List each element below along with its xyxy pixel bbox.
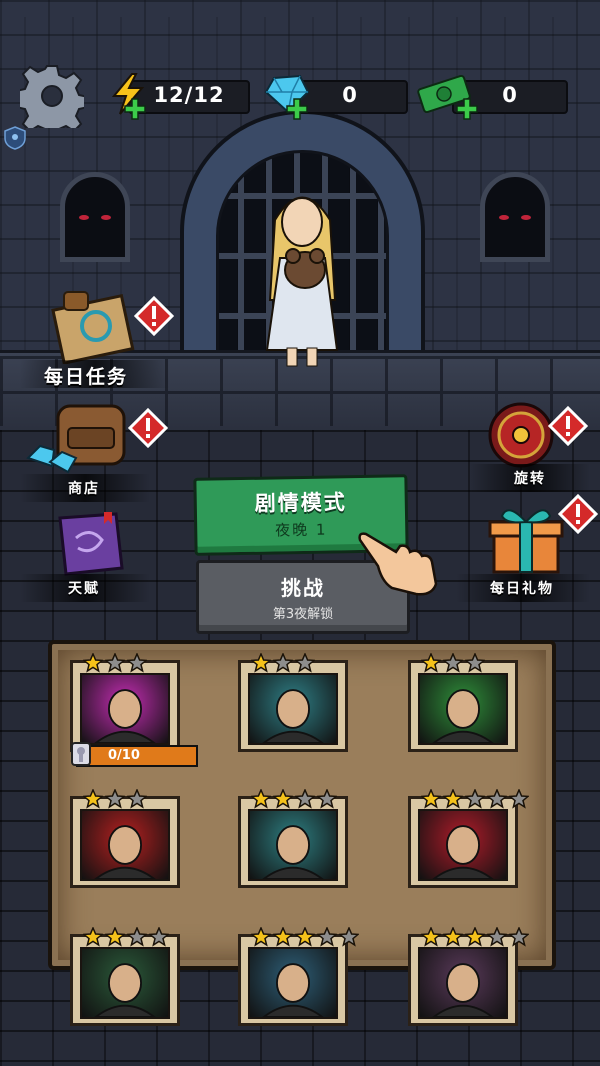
character-portrait [418, 947, 508, 1019]
star-filled-icon [295, 927, 315, 947]
character-portrait [80, 947, 170, 1019]
star-empty-icon [509, 789, 529, 809]
star-empty-icon [317, 789, 337, 809]
star-filled-icon [273, 927, 293, 947]
star-empty-icon [105, 789, 125, 809]
daily-gift-box-icon[interactable] [486, 502, 566, 574]
daily-tasks-alert-icon [134, 296, 174, 336]
spin-alert-icon [548, 406, 588, 446]
right-window [480, 172, 550, 262]
pointing-hand-icon [358, 532, 438, 596]
star-filled-icon [251, 653, 271, 673]
star-empty-icon [339, 927, 359, 947]
star-rating [251, 789, 337, 809]
spin-label[interactable]: 旋转 [514, 468, 546, 488]
character-card-char7[interactable] [70, 927, 180, 1026]
star-filled-icon [83, 789, 103, 809]
star-empty-icon [127, 789, 147, 809]
character-card-char9[interactable] [408, 927, 529, 1026]
character-portrait [248, 947, 338, 1019]
story-mode-title: 剧情模式 [254, 490, 347, 516]
star-rating [421, 927, 529, 947]
add-gems-plus-icon[interactable] [286, 98, 308, 120]
girl-progress-text: 0/10 [108, 748, 140, 763]
star-filled-icon [421, 789, 441, 809]
daily-gift-label[interactable]: 每日礼物 [490, 578, 554, 598]
add-energy-plus-icon[interactable] [124, 98, 146, 120]
character-portrait [248, 673, 338, 745]
star-rating [83, 927, 169, 947]
character-portrait [80, 673, 170, 745]
girl-progress-bar: 0/10 [76, 745, 198, 767]
star-empty-icon [149, 927, 169, 947]
star-filled-icon [421, 653, 441, 673]
star-empty-icon [509, 927, 529, 947]
star-filled-icon [465, 927, 485, 947]
star-empty-icon [487, 789, 507, 809]
daily-tasks-scroll-icon[interactable] [50, 290, 140, 364]
challenge-unlock-text: 第3夜解锁 [272, 607, 334, 622]
star-rating [83, 653, 147, 673]
spin-wheel-icon[interactable] [484, 402, 558, 468]
star-empty-icon [465, 653, 485, 673]
character-portrait [248, 809, 338, 881]
character-card-scientist[interactable] [408, 653, 518, 752]
character-card-miner[interactable] [238, 653, 348, 752]
settings-gear-icon[interactable] [20, 64, 84, 128]
red-eye [521, 215, 531, 220]
star-filled-icon [421, 927, 441, 947]
add-cash-plus-icon[interactable] [456, 98, 478, 120]
daily-tasks-label[interactable]: 每日任务 [44, 362, 128, 389]
star-empty-icon [487, 927, 507, 947]
star-filled-icon [83, 927, 103, 947]
star-filled-icon [443, 927, 463, 947]
key-icon [71, 742, 91, 766]
shop-label[interactable]: 商店 [68, 478, 100, 498]
gems-value: 0 [342, 83, 358, 107]
red-eye [499, 215, 509, 220]
star-rating [421, 789, 529, 809]
red-eye [101, 215, 111, 220]
star-filled-icon [273, 789, 293, 809]
character-card-priest[interactable] [70, 789, 180, 888]
character-portrait [418, 809, 508, 881]
left-window [60, 172, 130, 262]
character-card-robot[interactable] [408, 789, 529, 888]
character-card-char8[interactable] [238, 927, 359, 1026]
girl-character[interactable] [255, 180, 350, 370]
character-portrait [80, 809, 170, 881]
star-empty-icon [295, 789, 315, 809]
star-filled-icon [105, 927, 125, 947]
shop-backpack-icon[interactable] [24, 400, 136, 476]
star-rating [251, 653, 315, 673]
character-card-worker[interactable] [238, 789, 348, 888]
talent-book-icon[interactable] [46, 512, 128, 578]
star-empty-icon [295, 653, 315, 673]
star-empty-icon [465, 789, 485, 809]
star-empty-icon [273, 653, 293, 673]
shop-alert-icon [128, 408, 168, 448]
character-portrait [418, 673, 508, 745]
star-empty-icon [443, 653, 463, 673]
character-card-girl[interactable] [70, 653, 180, 752]
star-filled-icon [251, 927, 271, 947]
star-empty-icon [317, 927, 337, 947]
talent-label[interactable]: 天赋 [68, 578, 100, 598]
star-filled-icon [251, 789, 271, 809]
star-empty-icon [127, 653, 147, 673]
star-empty-icon [127, 927, 147, 947]
shield-icon[interactable] [4, 126, 26, 150]
red-eye [79, 215, 89, 220]
star-filled-icon [443, 789, 463, 809]
star-rating [421, 653, 485, 673]
daily-gift-alert-icon [558, 494, 598, 534]
star-rating [83, 789, 147, 809]
star-rating [251, 927, 359, 947]
star-empty-icon [105, 653, 125, 673]
star-filled-icon [83, 653, 103, 673]
